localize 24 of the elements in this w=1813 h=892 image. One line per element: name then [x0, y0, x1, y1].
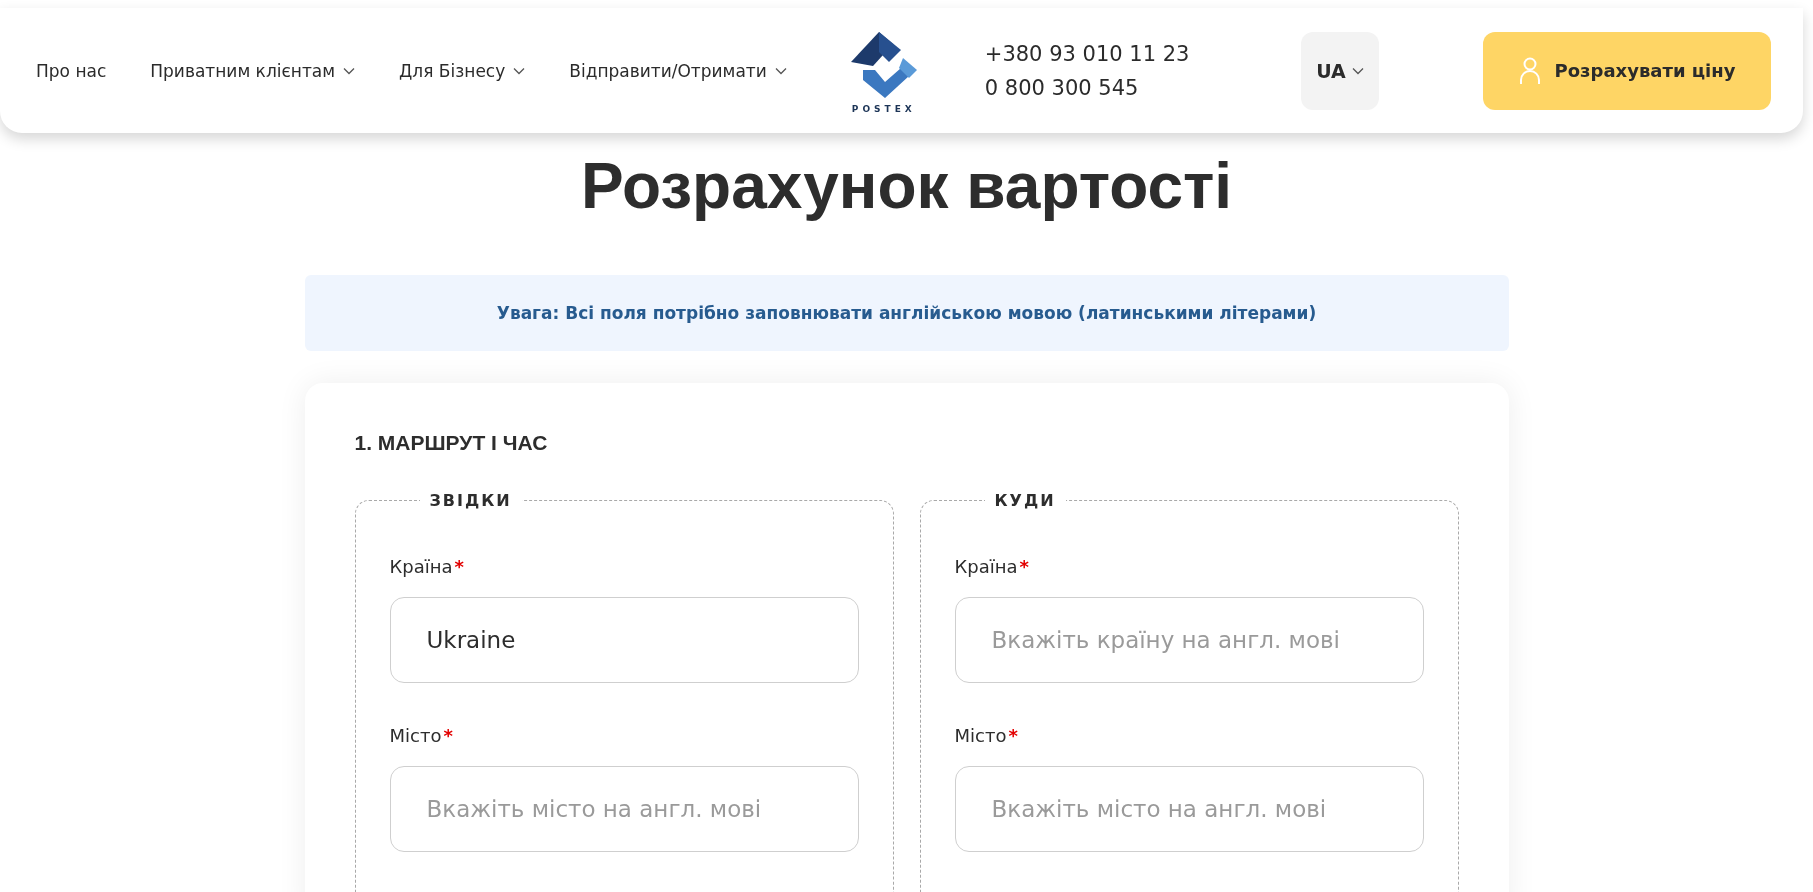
language-select[interactable]: UA — [1301, 31, 1379, 110]
section-heading: 1. МАРШРУТ І ЧАС — [354, 431, 549, 455]
logo-text: POSTEX — [851, 103, 916, 114]
group-legend: КУДИ — [984, 491, 1066, 510]
notice-banner: Увага: Всі поля потрібно заповнювати англійською мовою (латинськими літерами) — [304, 275, 1509, 351]
nav-link[interactable]: Відправити/Отримати — [569, 60, 787, 81]
field-label: Країна* — [389, 556, 465, 577]
text-field[interactable]: Вкажіть країну на англ. мові — [954, 597, 1424, 683]
chevron-down-icon — [1351, 66, 1364, 75]
field-label: Країна* — [954, 556, 1030, 577]
phone-link[interactable]: 0 800 300 545 — [984, 75, 1190, 100]
field-label: Місто* — [954, 725, 1019, 746]
nav-link[interactable]: Про нас — [36, 60, 107, 81]
user-icon — [1518, 56, 1541, 85]
text-field[interactable]: Вкажіть місто на англ. мові — [954, 766, 1424, 852]
group-legend: ЗВІДКИ — [419, 491, 522, 510]
calculate-price-button[interactable]: Розрахувати ціну — [1483, 31, 1771, 110]
phone-link[interactable]: +380 93 010 11 23 — [984, 41, 1190, 66]
text-field[interactable]: Вкажіть місто на англ. мові — [389, 766, 859, 852]
text-field[interactable]: Ukraine — [389, 597, 859, 683]
nav-link[interactable]: Для Бізнесу — [399, 60, 526, 81]
nav-link[interactable]: Приватним клієнтам — [150, 60, 356, 81]
page-title: Розрахунок вартості — [580, 149, 1233, 223]
field-label: Місто* — [389, 725, 454, 746]
